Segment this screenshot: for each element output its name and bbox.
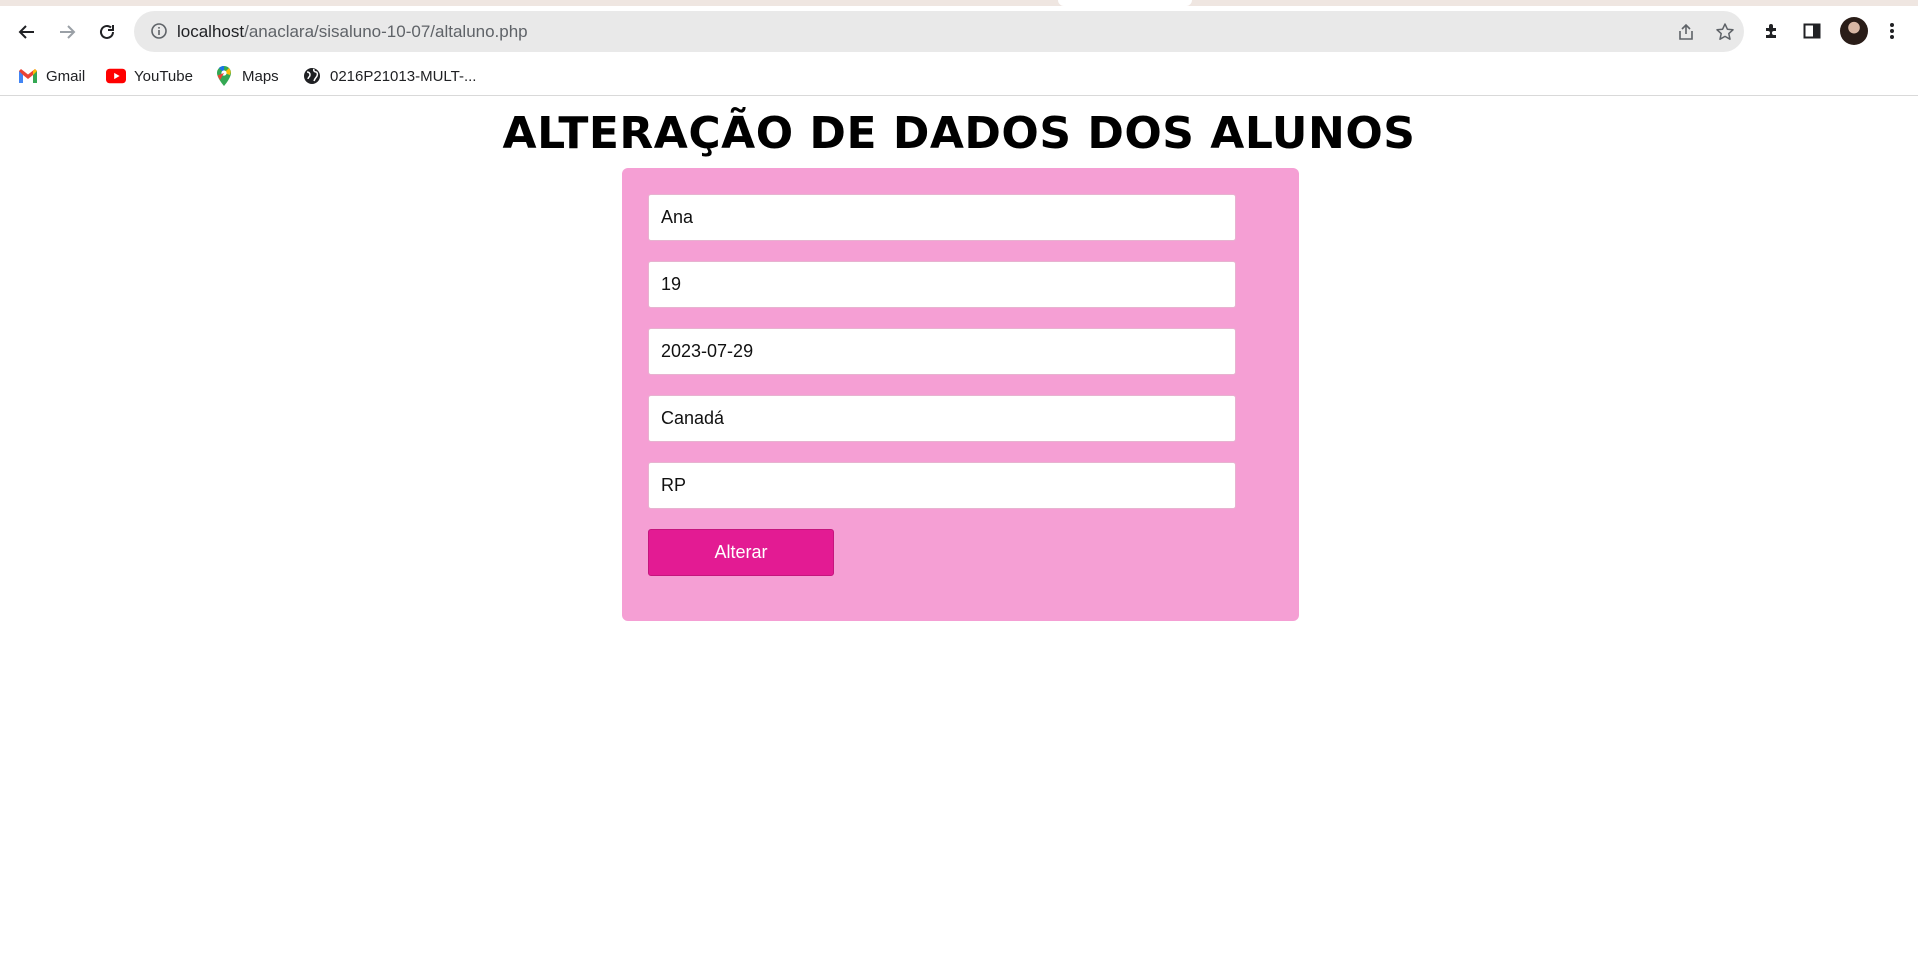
reload-icon [100, 24, 114, 39]
bookmark-maps[interactable]: Maps [214, 65, 279, 87]
bookmarks-bar: Gmail YouTube Maps 0216P21013-MULT-... [0, 56, 1918, 96]
country-field[interactable] [648, 395, 1236, 442]
more-menu-icon[interactable] [1878, 17, 1906, 45]
url-host: localhost [177, 22, 245, 41]
address-bar[interactable]: localhost/anaclara/sisaluno-10-07/altalu… [134, 11, 1744, 52]
url-path: /anaclara/sisaluno-10-07/altaluno.php [244, 22, 528, 41]
bookmark-label: Gmail [46, 67, 86, 85]
back-button[interactable] [12, 17, 42, 47]
url-text[interactable]: localhost/anaclara/sisaluno-10-07/altalu… [177, 22, 528, 42]
extensions-icon[interactable] [1758, 17, 1786, 45]
profile-avatar[interactable] [1840, 17, 1868, 45]
bookmark-label: 0216P21013-MULT-... [330, 67, 477, 85]
bookmark-label: Maps [242, 67, 279, 85]
bookmark-label: YouTube [134, 67, 193, 85]
globe-icon [302, 67, 322, 85]
bookmark-site[interactable]: 0216P21013-MULT-... [302, 65, 476, 87]
maps-icon [214, 66, 234, 86]
forward-button[interactable] [52, 17, 82, 47]
arrow-right-icon [60, 25, 76, 39]
bookmark-gmail[interactable]: Gmail [18, 65, 85, 87]
gmail-icon [18, 67, 38, 85]
name-field[interactable] [648, 194, 1236, 241]
reload-button[interactable] [92, 17, 122, 47]
arrow-left-icon [18, 25, 34, 39]
student-edit-form: Alterar [622, 168, 1299, 621]
bookmark-star-icon[interactable] [1713, 20, 1737, 44]
side-panel-icon[interactable] [1798, 17, 1826, 45]
date-field[interactable] [648, 328, 1236, 375]
browser-toolbar: localhost/anaclara/sisaluno-10-07/altalu… [0, 6, 1918, 56]
alterar-button[interactable]: Alterar [648, 529, 834, 576]
site-info-icon[interactable] [150, 22, 168, 45]
age-field[interactable] [648, 261, 1236, 308]
youtube-icon [106, 67, 126, 85]
state-field[interactable] [648, 462, 1236, 509]
page-title: ALTERAÇÃO DE DADOS DOS ALUNOS [502, 108, 1416, 159]
share-icon[interactable] [1674, 20, 1698, 44]
bookmark-youtube[interactable]: YouTube [106, 65, 193, 87]
